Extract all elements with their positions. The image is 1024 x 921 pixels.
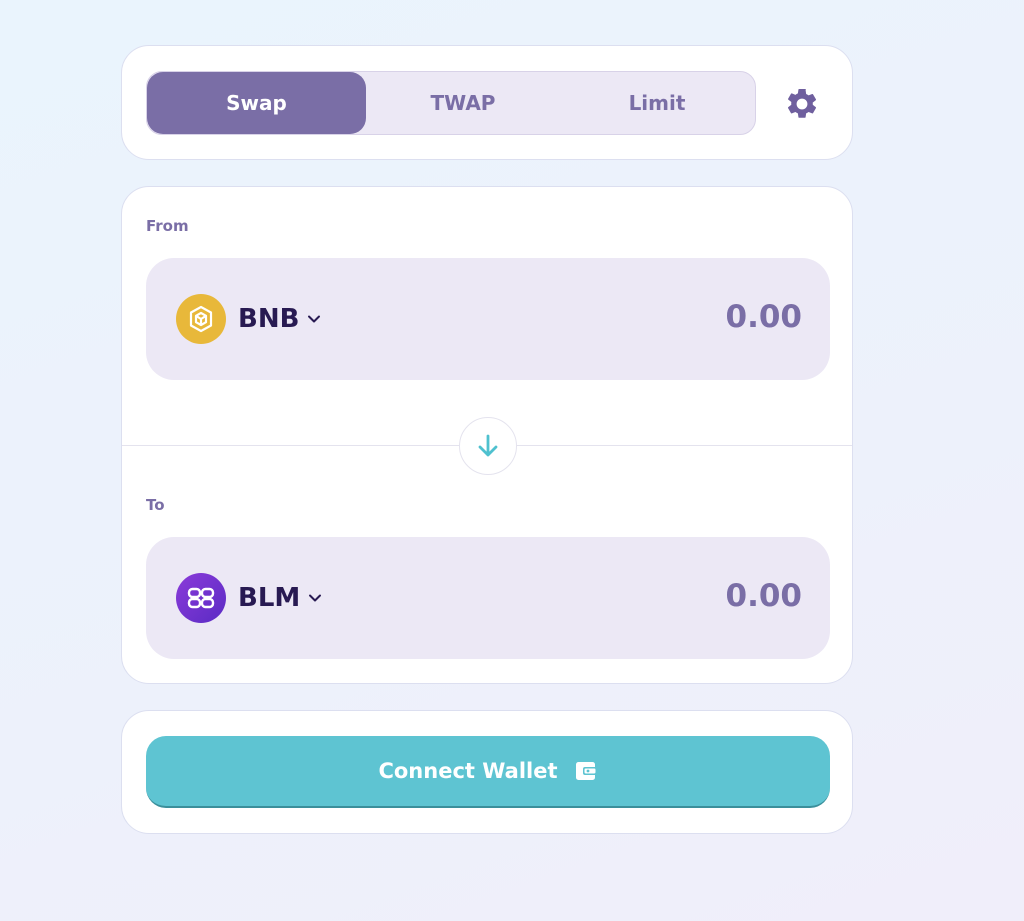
blm-token-icon <box>176 573 226 623</box>
swap-mode-tabs: Swap TWAP Limit <box>146 71 756 135</box>
bnb-token-icon <box>176 294 226 344</box>
swap-mode-card: Swap TWAP Limit <box>121 45 853 160</box>
to-amount-input[interactable] <box>600 577 804 615</box>
to-label: To <box>146 496 165 514</box>
from-token-symbol: BNB <box>238 304 300 334</box>
to-token-selector[interactable]: BLM <box>176 573 322 623</box>
connect-wallet-button[interactable]: Connect Wallet <box>146 736 830 808</box>
flip-tokens-button[interactable] <box>459 417 517 475</box>
wallet-icon <box>575 762 597 780</box>
from-label: From <box>146 217 189 235</box>
swap-card: From BNB To <box>121 186 853 684</box>
from-amount-input[interactable] <box>600 298 804 336</box>
chevron-down-icon <box>309 594 322 602</box>
to-token-symbol: BLM <box>238 583 301 613</box>
from-token-selector[interactable]: BNB <box>176 294 321 344</box>
gear-icon[interactable] <box>784 86 820 122</box>
tab-twap[interactable]: TWAP <box>366 72 560 134</box>
chevron-down-icon <box>308 315 321 323</box>
arrow-down-icon <box>478 434 498 457</box>
to-token-box: BLM <box>146 537 830 659</box>
from-token-box: BNB <box>146 258 830 380</box>
tab-limit[interactable]: Limit <box>560 72 754 134</box>
wallet-card: Connect Wallet <box>121 710 853 834</box>
connect-wallet-label: Connect Wallet <box>378 759 558 783</box>
tab-swap[interactable]: Swap <box>147 72 366 134</box>
